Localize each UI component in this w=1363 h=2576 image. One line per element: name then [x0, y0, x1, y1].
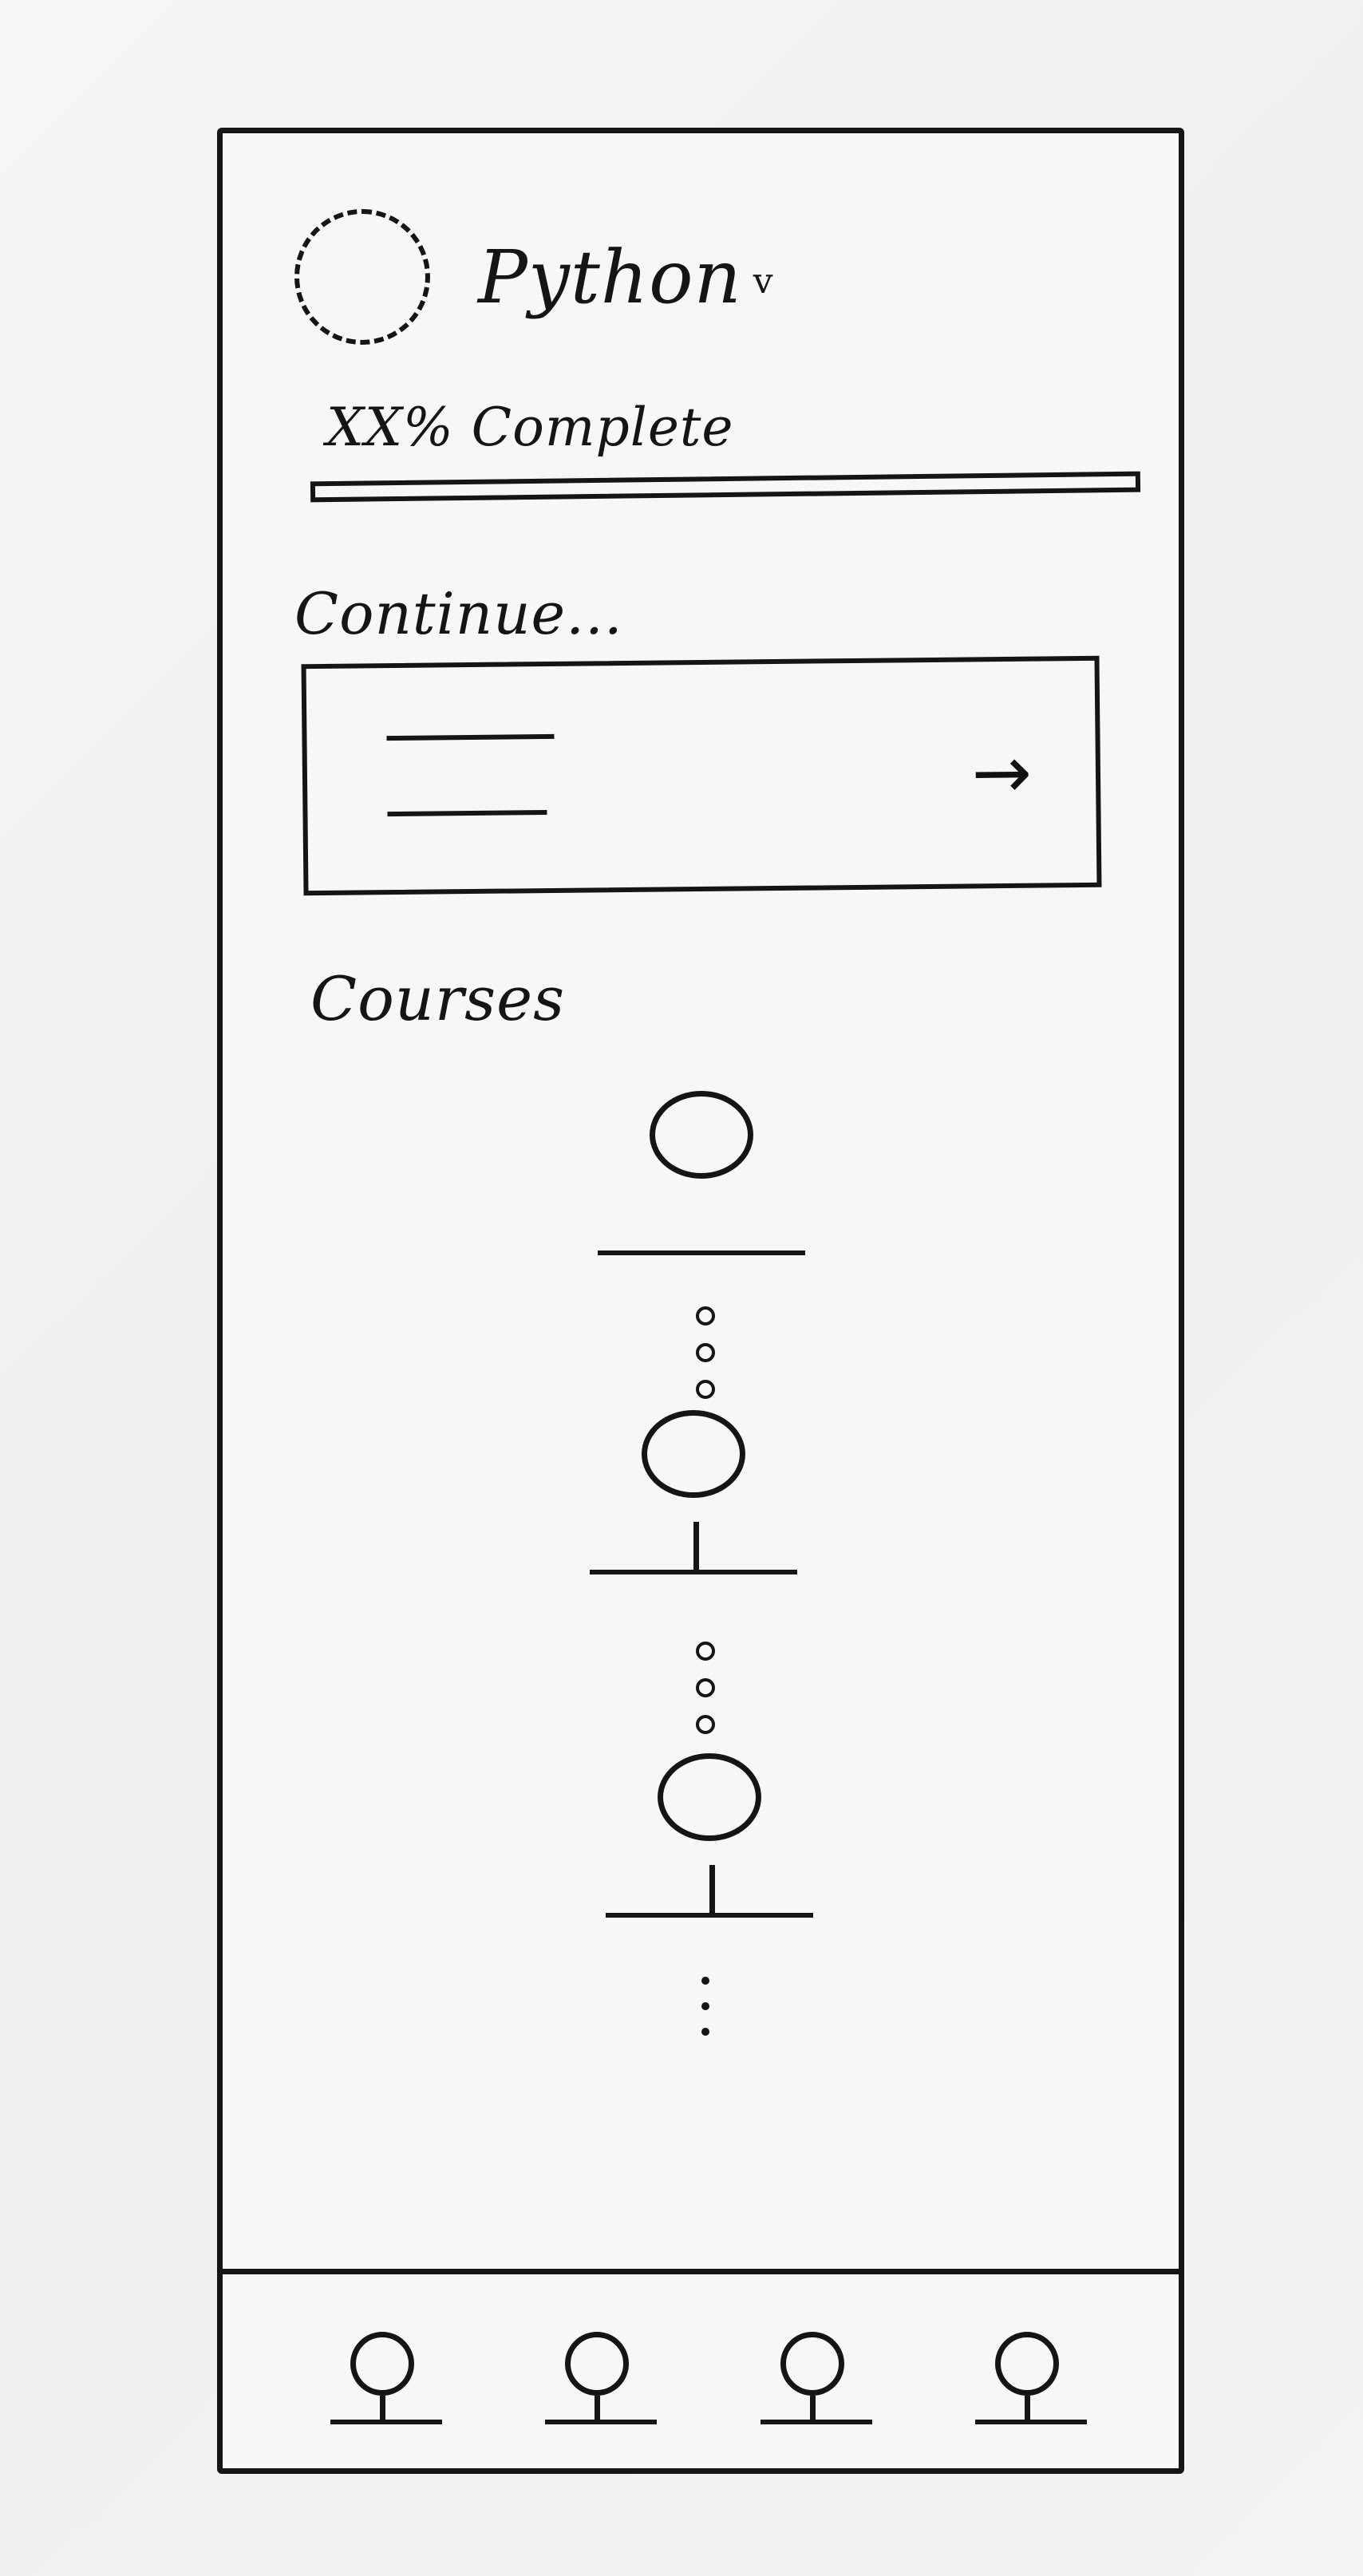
nav-tab-label-placeholder	[545, 2419, 658, 2424]
nav-tab-tick	[595, 2395, 601, 2420]
course-node-icon	[658, 1753, 761, 1841]
card-subtitle-placeholder	[387, 810, 547, 817]
path-connector-dots	[689, 1642, 721, 1734]
nav-tab-label-placeholder	[975, 2419, 1088, 2424]
progress-label: XX% Complete	[326, 397, 734, 458]
nav-tab-2[interactable]	[521, 2300, 665, 2444]
chevron-down-icon: v	[753, 260, 774, 302]
nav-tab-3[interactable]	[737, 2300, 880, 2444]
continue-heading: Continue...	[294, 580, 623, 647]
path-more-dots	[689, 1977, 721, 2036]
course-node-icon	[650, 1091, 753, 1179]
nav-tab-label-placeholder	[330, 2419, 442, 2424]
progress-bar	[310, 471, 1141, 503]
arrow-right-icon: →	[971, 730, 1033, 816]
course-header: Python v	[294, 209, 774, 345]
nav-tab-label-placeholder	[760, 2419, 872, 2424]
course-node-label-placeholder	[590, 1570, 797, 1574]
course-node-connector	[693, 1522, 699, 1570]
course-node-label-placeholder	[606, 1913, 813, 1918]
card-title-placeholder	[386, 733, 555, 741]
course-node-connector	[709, 1865, 715, 1913]
courses-heading: Courses	[310, 963, 566, 1034]
nav-tab-4[interactable]	[951, 2300, 1095, 2444]
course-name: Python	[478, 234, 742, 320]
nav-tab-icon	[780, 2331, 844, 2396]
nav-tab-icon	[565, 2331, 630, 2396]
course-node-label-placeholder	[598, 1250, 805, 1255]
course-selector-dropdown[interactable]: Python v	[478, 235, 774, 320]
nav-tab-1[interactable]	[306, 2300, 450, 2444]
bottom-nav	[223, 2269, 1179, 2468]
course-node-icon	[642, 1410, 745, 1498]
nav-tab-tick	[1025, 2395, 1031, 2420]
course-logo-placeholder-icon	[294, 209, 430, 345]
phone-frame: Python v XX% Complete Continue... → Cour…	[217, 128, 1184, 2474]
nav-tab-icon	[350, 2331, 414, 2396]
path-connector-dots	[689, 1306, 721, 1399]
continue-lesson-card[interactable]: →	[301, 655, 1102, 896]
nav-tab-icon	[995, 2331, 1060, 2396]
nav-tab-tick	[379, 2395, 385, 2420]
nav-tab-tick	[809, 2395, 816, 2420]
